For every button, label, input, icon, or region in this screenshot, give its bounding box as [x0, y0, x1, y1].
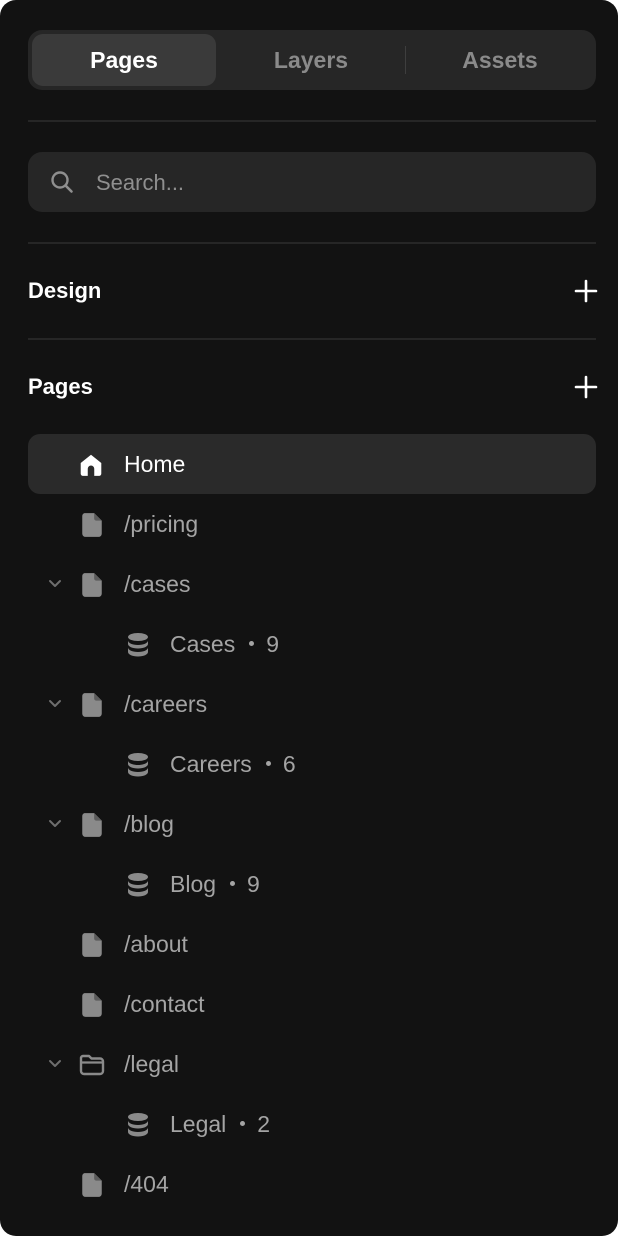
tab-divider — [405, 46, 406, 74]
page-row-blog[interactable]: /blog — [28, 794, 596, 854]
chevron-down-icon[interactable] — [48, 818, 62, 830]
page-icon — [82, 813, 102, 837]
divider — [28, 120, 596, 122]
collection-icon — [128, 1113, 148, 1137]
page-row-careers[interactable]: /careers — [28, 674, 596, 734]
plus-icon[interactable] — [572, 373, 600, 401]
chevron-down-icon[interactable] — [48, 578, 62, 590]
page-label: /cases — [124, 571, 191, 597]
separator-dot — [249, 641, 255, 647]
search-icon — [51, 171, 73, 193]
page-row-pricing[interactable]: /pricing — [28, 494, 596, 554]
collection-row-legal[interactable]: Legal 2 — [28, 1094, 596, 1154]
divider — [28, 338, 596, 340]
page-icon — [82, 933, 102, 957]
search-input[interactable] — [94, 152, 578, 214]
panel-tabs: Pages Layers Assets — [28, 30, 596, 90]
collection-row-careers[interactable]: Careers 6 — [28, 734, 596, 794]
page-row-404[interactable]: /404 — [28, 1154, 596, 1214]
page-label: Home — [124, 451, 186, 477]
collection-icon — [128, 873, 148, 897]
item-count: 9 — [247, 871, 260, 897]
separator-dot — [230, 881, 236, 887]
collection-icon — [128, 633, 148, 657]
tab-layers[interactable]: Layers — [218, 34, 404, 86]
separator-dot — [265, 761, 271, 767]
page-label: /about — [124, 931, 188, 957]
collection-label: Legal 2 — [170, 1111, 271, 1137]
item-count: 2 — [257, 1111, 271, 1137]
collection-icon — [128, 753, 148, 777]
page-row-about[interactable]: /about — [28, 914, 596, 974]
page-icon — [82, 513, 102, 537]
page-label: /404 — [124, 1171, 169, 1197]
page-label: /careers — [124, 691, 208, 717]
separator-dot — [240, 1121, 246, 1127]
collection-label: Careers 6 — [170, 751, 296, 777]
home-icon — [80, 454, 102, 476]
pages-panel: Pages Layers Assets Design Pages Home — [0, 0, 618, 1236]
folder-icon — [79, 1054, 105, 1076]
section-title-pages: Pages — [28, 374, 93, 399]
collection-label: Cases 9 — [170, 631, 279, 657]
page-row-contact[interactable]: /contact — [28, 974, 596, 1034]
collection-row-cases[interactable]: Cases 9 — [28, 614, 596, 674]
page-icon — [82, 1173, 102, 1197]
page-icon — [82, 573, 102, 597]
page-label: /legal — [124, 1051, 179, 1077]
item-count: 9 — [266, 631, 279, 657]
plus-icon[interactable] — [572, 277, 600, 305]
page-row-cases[interactable]: /cases — [28, 554, 596, 614]
page-label: /pricing — [124, 511, 199, 537]
page-icon — [82, 993, 102, 1017]
chevron-down-icon[interactable] — [48, 1058, 62, 1070]
folder-row-legal[interactable]: /legal — [28, 1034, 596, 1094]
divider — [28, 242, 596, 244]
collection-row-blog[interactable]: Blog 9 — [28, 854, 596, 914]
collection-label: Blog 9 — [170, 871, 260, 897]
page-row-home[interactable]: Home — [28, 434, 596, 494]
page-label: /blog — [124, 811, 174, 837]
tab-assets[interactable]: Assets — [408, 34, 592, 86]
chevron-down-icon[interactable] — [48, 698, 62, 710]
item-count: 6 — [282, 751, 296, 777]
page-icon — [82, 693, 102, 717]
page-label: /contact — [124, 991, 205, 1017]
tab-pages[interactable]: Pages — [32, 34, 216, 86]
search-box[interactable] — [28, 152, 596, 214]
section-title-design: Design — [28, 278, 102, 303]
